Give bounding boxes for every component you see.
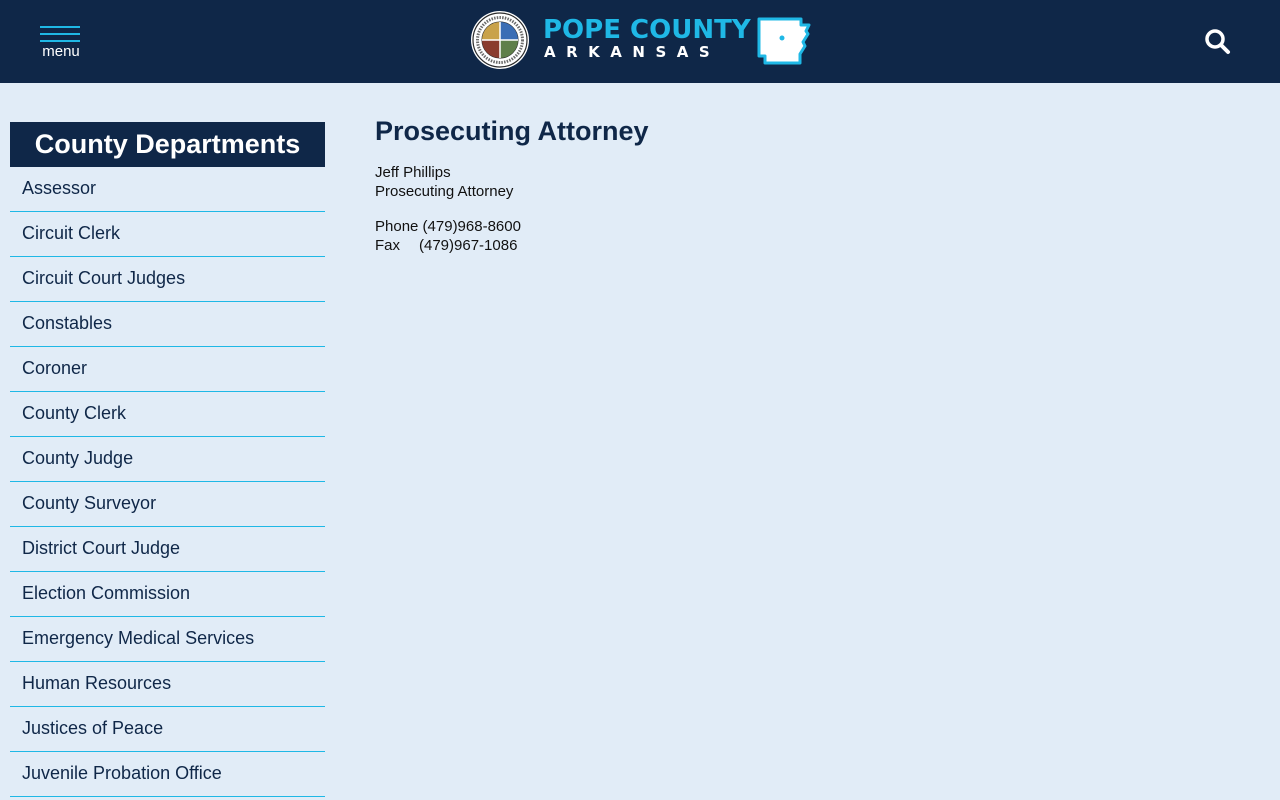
hamburger-menu-icon [40,26,80,28]
brand-subtitle: ARKANSAS [544,43,721,61]
sidebar-title: County Departments [10,122,325,167]
search-icon [1205,29,1230,54]
fax-label: Fax [375,237,401,254]
sidebar-item-circuit-court-judges[interactable]: Circuit Court Judges [10,257,325,302]
phone-line: Phone (479)968-8600 [375,218,521,235]
page-title: Prosecuting Attorney [375,116,649,146]
departments-list: Assessor Circuit Clerk Circuit Court Jud… [10,167,325,797]
fax-number: (479)967-1086 [419,237,518,254]
sidebar-item-emergency-medical-services[interactable]: Emergency Medical Services [10,617,325,662]
sidebar-item-county-judge[interactable]: County Judge [10,437,325,482]
sidebar-item-assessor[interactable]: Assessor [10,167,325,212]
search-button[interactable] [1202,26,1234,58]
hamburger-menu-icon-bar [40,33,80,35]
sidebar-item-coroner[interactable]: Coroner [10,347,325,392]
brand-title: POPE COUNTY [543,15,751,45]
attorney-role: Prosecuting Attorney [375,183,514,200]
sidebar-item-juvenile-probation-office[interactable]: Juvenile Probation Office [10,752,325,797]
sidebar-item-county-clerk[interactable]: County Clerk [10,392,325,437]
sidebar-item-human-resources[interactable]: Human Resources [10,662,325,707]
departments-sidebar: County Departments Assessor Circuit Cler… [10,122,325,797]
menu-button[interactable]: menu [40,26,82,62]
main-content: Prosecuting Attorney Jeff Phillips Prose… [375,113,1235,255]
sidebar-item-district-court-judge[interactable]: District Court Judge [10,527,325,572]
sidebar-item-county-surveyor[interactable]: County Surveyor [10,482,325,527]
site-logo[interactable]: POPE COUNTY ARKANSAS [470,10,812,70]
fax-line: Fax (479)967-1086 [375,236,1235,255]
attorney-name: Jeff Phillips [375,164,451,181]
menu-label: menu [42,43,80,60]
site-header: menu POPE COUNTY ARKANSAS [0,0,1280,83]
sidebar-item-justices-of-peace[interactable]: Justices of Peace [10,707,325,752]
hamburger-menu-icon-bar [40,40,80,42]
sidebar-item-circuit-clerk[interactable]: Circuit Clerk [10,212,325,257]
sidebar-item-constables[interactable]: Constables [10,302,325,347]
county-seal-logo [471,11,529,69]
contact-info: Jeff Phillips Prosecuting Attorney Phone… [375,163,1235,255]
arkansas-state-icon [757,17,811,65]
sidebar-item-election-commission[interactable]: Election Commission [10,572,325,617]
